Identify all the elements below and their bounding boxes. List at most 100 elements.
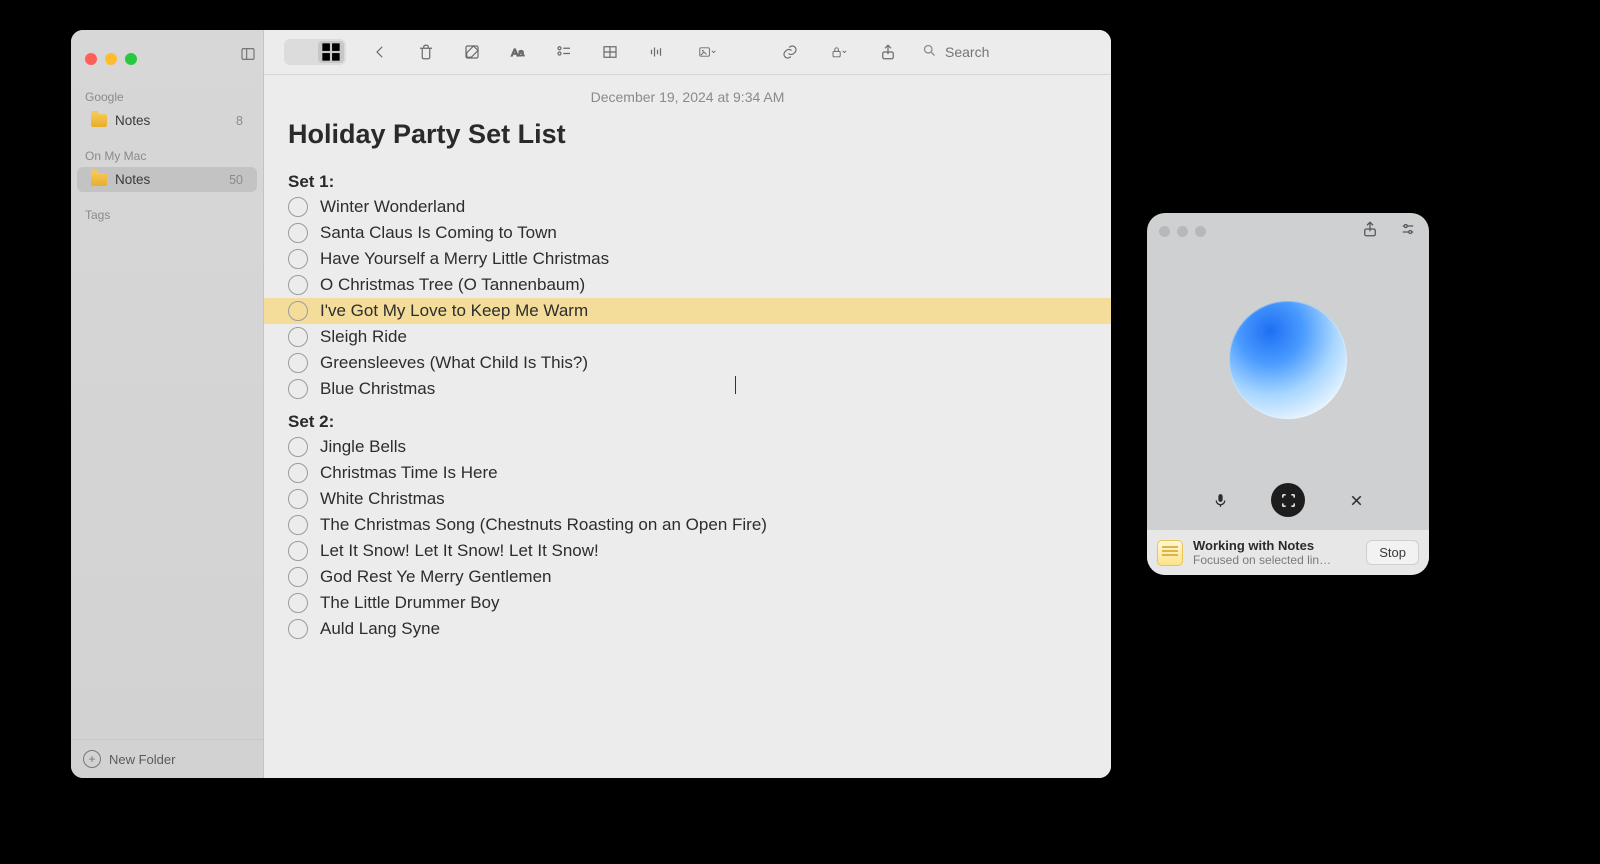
checklist-item-text: Blue Christmas — [320, 379, 435, 399]
set-2-label: Set 2: — [264, 402, 1111, 434]
capture-button[interactable] — [1271, 483, 1305, 517]
checkbox-icon[interactable] — [288, 593, 308, 613]
checklist-item[interactable]: Have Yourself a Merry Little Christmas — [264, 246, 1111, 272]
compose-button[interactable] — [460, 40, 484, 64]
settings-sliders-icon[interactable] — [1399, 220, 1417, 243]
list-view-icon[interactable] — [286, 41, 312, 63]
delete-button[interactable] — [414, 40, 438, 64]
new-folder-button[interactable]: + New Folder — [71, 739, 263, 778]
assistant-orb-area — [1147, 249, 1429, 471]
checkbox-icon[interactable] — [288, 515, 308, 535]
share-button[interactable] — [876, 40, 900, 64]
checklist-item-highlighted[interactable]: I've Got My Love to Keep Me Warm — [264, 298, 1111, 324]
close-button[interactable] — [1339, 483, 1373, 517]
checklist-item-text: Santa Claus Is Coming to Town — [320, 223, 557, 243]
checkbox-icon[interactable] — [288, 541, 308, 561]
checklist-item-text: Auld Lang Syne — [320, 619, 440, 639]
checkbox-icon[interactable] — [288, 463, 308, 483]
toggle-sidebar-button[interactable] — [236, 44, 260, 64]
checklist-item[interactable]: The Christmas Song (Chestnuts Roasting o… — [264, 512, 1111, 538]
audio-button[interactable] — [644, 40, 668, 64]
sidebar-item-label: Notes — [115, 172, 150, 187]
link-button[interactable] — [778, 40, 802, 64]
assistant-status-bar: Working with Notes Focused on selected l… — [1147, 529, 1429, 575]
checklist-item-text: God Rest Ye Merry Gentlemen — [320, 567, 552, 587]
lock-button[interactable] — [824, 40, 854, 64]
svg-text:Aa: Aa — [511, 47, 524, 59]
checklist-item[interactable]: Greensleeves (What Child Is This?) — [264, 350, 1111, 376]
view-mode-toggle[interactable] — [284, 39, 346, 65]
checklist-item-text: The Christmas Song (Chestnuts Roasting o… — [320, 515, 767, 535]
sidebar-item-local-notes[interactable]: Notes 50 — [77, 167, 257, 192]
checklist-item-text: Christmas Time Is Here — [320, 463, 498, 483]
note-editor[interactable]: December 19, 2024 at 9:34 AM Holiday Par… — [264, 75, 1111, 778]
assistant-controls — [1147, 471, 1429, 529]
table-button[interactable] — [598, 40, 622, 64]
minimize-window-button[interactable] — [1177, 226, 1188, 237]
checkbox-icon[interactable] — [288, 437, 308, 457]
checklist-item[interactable]: Jingle Bells — [264, 434, 1111, 460]
stop-button[interactable]: Stop — [1366, 540, 1419, 565]
checklist-item[interactable]: Christmas Time Is Here — [264, 460, 1111, 486]
checklist-item[interactable]: Sleigh Ride — [264, 324, 1111, 350]
checklist-item[interactable]: Winter Wonderland — [264, 194, 1111, 220]
checklist-item-text: White Christmas — [320, 489, 445, 509]
close-window-button[interactable] — [85, 53, 97, 65]
checklist-item[interactable]: God Rest Ye Merry Gentlemen — [264, 564, 1111, 590]
search-icon — [922, 43, 937, 61]
checkbox-icon[interactable] — [288, 301, 308, 321]
assistant-titlebar — [1147, 213, 1429, 249]
set-1-label: Set 1: — [264, 162, 1111, 194]
checkbox-icon[interactable] — [288, 275, 308, 295]
toolbar: Aa — [264, 30, 1111, 75]
search-input[interactable] — [943, 43, 1097, 61]
media-button[interactable] — [690, 40, 724, 64]
fullscreen-window-button[interactable] — [1195, 226, 1206, 237]
checklist-item[interactable]: Let It Snow! Let It Snow! Let It Snow! — [264, 538, 1111, 564]
sidebar-section-onmymac: On My Mac — [71, 133, 263, 167]
checklist-button[interactable] — [552, 40, 576, 64]
notes-window: Google Notes 8 On My Mac Notes 50 Tags +… — [71, 30, 1111, 778]
checklist-item-text: Jingle Bells — [320, 437, 406, 457]
checkbox-icon[interactable] — [288, 379, 308, 399]
new-folder-label: New Folder — [109, 752, 175, 767]
checklist-item-text: I've Got My Love to Keep Me Warm — [320, 301, 588, 321]
folder-icon — [91, 173, 107, 186]
share-icon[interactable] — [1361, 220, 1379, 243]
main-pane: Aa December 19, 2024 at 9:34 AM Holiday … — [264, 30, 1111, 778]
folder-icon — [91, 114, 107, 127]
checkbox-icon[interactable] — [288, 223, 308, 243]
microphone-button[interactable] — [1203, 483, 1237, 517]
checklist-item[interactable]: White Christmas — [264, 486, 1111, 512]
text-format-button[interactable]: Aa — [506, 40, 530, 64]
sidebar-section-google: Google — [71, 74, 263, 108]
plus-circle-icon: + — [83, 750, 101, 768]
minimize-window-button[interactable] — [105, 53, 117, 65]
checklist-item[interactable]: Santa Claus Is Coming to Town — [264, 220, 1111, 246]
checkbox-icon[interactable] — [288, 249, 308, 269]
checklist-item[interactable]: O Christmas Tree (O Tannenbaum) — [264, 272, 1111, 298]
checklist-item[interactable]: Blue Christmas — [264, 376, 1111, 402]
checklist-item[interactable]: The Little Drummer Boy — [264, 590, 1111, 616]
fullscreen-window-button[interactable] — [125, 53, 137, 65]
checkbox-icon[interactable] — [288, 619, 308, 639]
grid-view-icon[interactable] — [318, 41, 344, 63]
notes-app-icon — [1157, 540, 1183, 566]
checkbox-icon[interactable] — [288, 197, 308, 217]
checkbox-icon[interactable] — [288, 567, 308, 587]
close-window-button[interactable] — [1159, 226, 1170, 237]
sidebar-item-google-notes[interactable]: Notes 8 — [77, 108, 257, 133]
checklist-item[interactable]: Auld Lang Syne — [264, 616, 1111, 642]
sidebar-section-tags: Tags — [71, 192, 263, 226]
window-traffic-lights — [71, 30, 263, 74]
sidebar-item-count: 8 — [236, 114, 243, 128]
checklist-item-text: O Christmas Tree (O Tannenbaum) — [320, 275, 585, 295]
sidebar: Google Notes 8 On My Mac Notes 50 Tags +… — [71, 30, 264, 778]
checkbox-icon[interactable] — [288, 353, 308, 373]
note-title: Holiday Party Set List — [264, 111, 1111, 162]
checkbox-icon[interactable] — [288, 327, 308, 347]
checkbox-icon[interactable] — [288, 489, 308, 509]
text-caret — [735, 376, 736, 394]
back-button[interactable] — [368, 40, 392, 64]
checklist-item-text: Greensleeves (What Child Is This?) — [320, 353, 588, 373]
